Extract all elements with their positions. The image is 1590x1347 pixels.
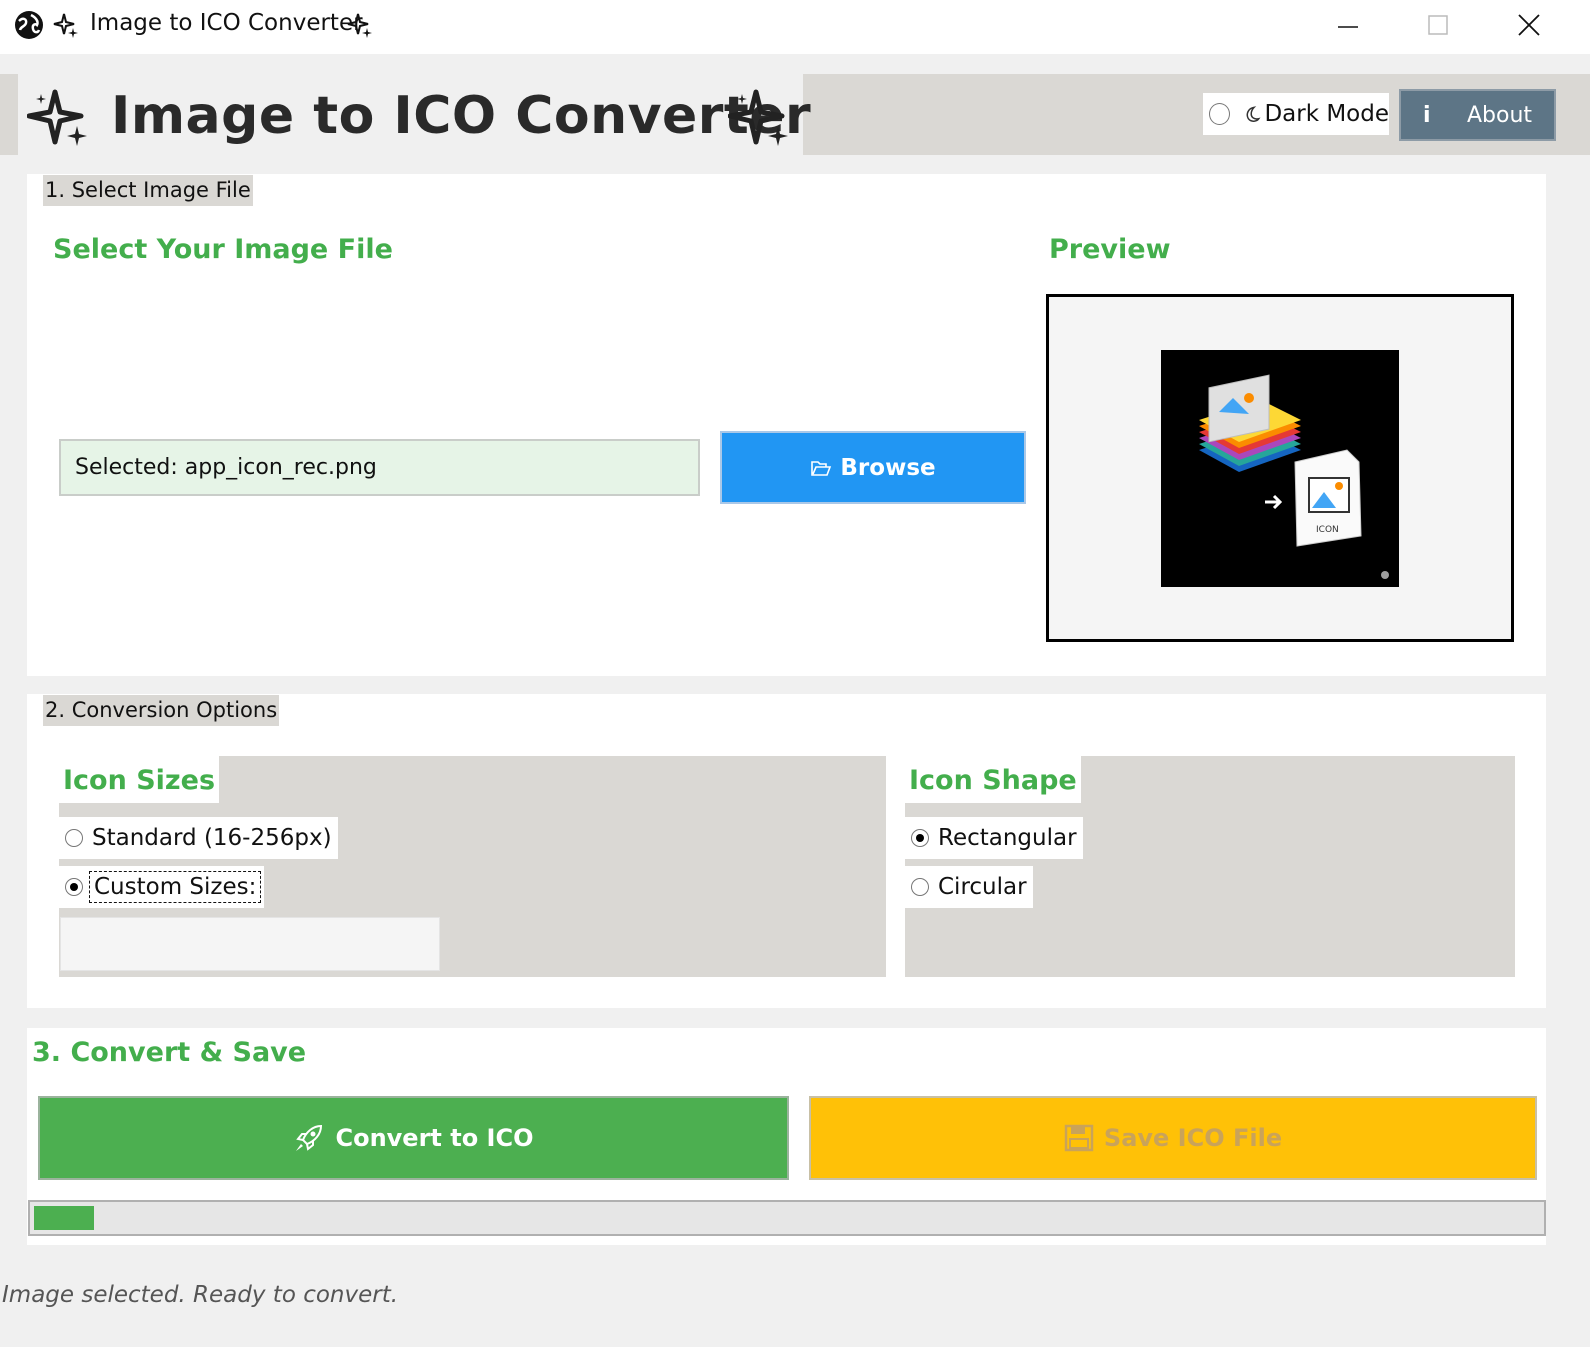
sparkle-icon — [347, 13, 372, 38]
browse-label: Browse — [840, 454, 936, 481]
browse-button[interactable]: Browse — [720, 431, 1026, 504]
standard-sizes-option[interactable]: Standard (16-256px) — [59, 817, 338, 859]
app-title: Image to ICO Converter — [111, 86, 812, 146]
circular-label: Circular — [938, 874, 1027, 900]
sparkle-icon — [27, 89, 87, 146]
convert-label: Convert to ICO — [335, 1124, 534, 1152]
rocket-icon — [296, 1124, 323, 1151]
dark-mode-radio[interactable] — [1209, 103, 1230, 125]
custom-sizes-option[interactable]: Custom Sizes: — [59, 866, 265, 908]
status-text: Image selected. Ready to convert. — [2, 1282, 399, 1308]
selected-file-field[interactable]: Selected: app_icon_rec.png — [59, 439, 700, 496]
maximize-button[interactable] — [1393, 0, 1483, 50]
sparkle-icon — [728, 89, 788, 146]
minimize-button[interactable] — [1303, 0, 1393, 50]
floppy-icon — [1064, 1124, 1094, 1152]
progress-bar — [28, 1200, 1546, 1236]
convert-button[interactable]: Convert to ICO — [38, 1096, 789, 1180]
custom-sizes-radio[interactable] — [65, 878, 83, 896]
about-button[interactable]: i About — [1399, 89, 1556, 141]
dark-mode-label: Dark Mode — [1264, 101, 1389, 127]
section-label: 2. Conversion Options — [43, 695, 280, 726]
standard-sizes-label: Standard (16-256px) — [92, 825, 332, 851]
moon-icon — [1246, 106, 1261, 122]
window-title: Image to ICO Converter — [90, 10, 363, 36]
convert-save-heading: 3. Convert & Save — [32, 1037, 307, 1068]
rectangular-radio[interactable] — [911, 829, 929, 847]
icon-shape-heading: Icon Shape — [905, 756, 1081, 803]
circular-option[interactable]: Circular — [905, 866, 1033, 908]
rectangular-label: Rectangular — [938, 825, 1077, 851]
svg-text:ICON: ICON — [1316, 525, 1339, 535]
custom-sizes-input[interactable] — [60, 917, 440, 971]
progress-fill — [34, 1206, 94, 1230]
preview-image: ICON — [1161, 350, 1399, 587]
dark-mode-toggle[interactable]: Dark Mode — [1203, 93, 1389, 135]
rectangular-option[interactable]: Rectangular — [905, 817, 1083, 859]
folder-icon — [811, 460, 832, 476]
minimize-icon — [1338, 26, 1358, 28]
select-file-heading: Select Your Image File — [53, 234, 393, 265]
ico-file-icon: ICON — [1294, 449, 1362, 547]
section-label: 1. Select Image File — [43, 175, 253, 206]
maximize-icon — [1428, 15, 1448, 35]
icon-sizes-heading: Icon Sizes — [59, 756, 220, 803]
close-button[interactable] — [1484, 0, 1574, 50]
sparkle-icon — [53, 13, 78, 38]
save-ico-label: Save ICO File — [1103, 1124, 1283, 1152]
custom-sizes-label: Custom Sizes: — [88, 871, 262, 903]
info-icon: i — [1423, 102, 1431, 128]
close-icon — [1518, 14, 1540, 36]
globe-icon — [15, 11, 43, 39]
about-label: About — [1467, 102, 1533, 128]
standard-sizes-radio[interactable] — [65, 829, 83, 847]
circular-radio[interactable] — [911, 878, 929, 896]
save-ico-button[interactable]: Save ICO File — [809, 1096, 1537, 1180]
preview-heading: Preview — [1049, 234, 1171, 265]
